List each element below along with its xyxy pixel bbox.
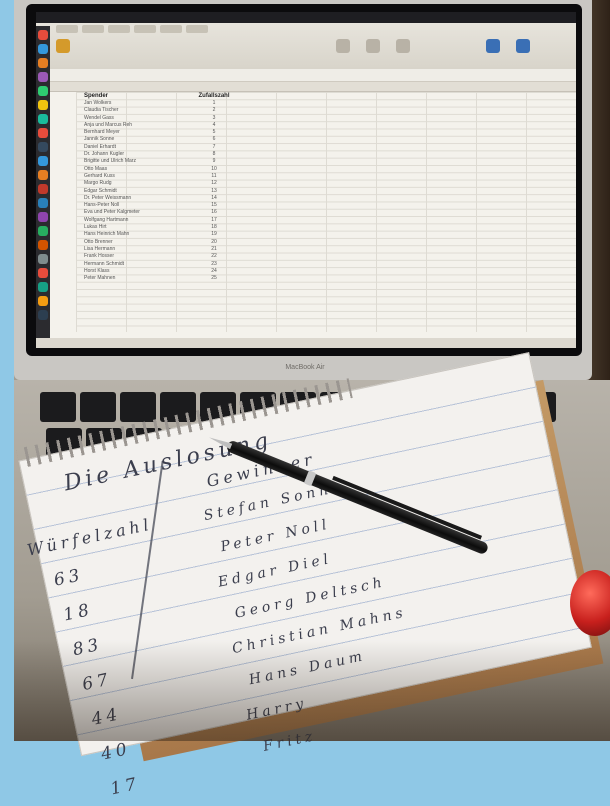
spender-cell[interactable]: Eva und Peter Kalgmeter <box>84 209 184 216</box>
dock-app-icon <box>38 296 48 306</box>
dock-app-icon <box>38 142 48 152</box>
dock-app-icon <box>38 58 48 68</box>
header-zufallszahl: Zufallszahl <box>198 93 230 99</box>
dock-app-icon <box>38 226 48 236</box>
header-spender: Spender <box>84 93 109 99</box>
dock-app-icon <box>38 30 48 40</box>
ribbon-tab <box>134 25 156 33</box>
spender-cell[interactable]: Wendel Gass <box>84 115 184 122</box>
spender-cell[interactable]: Dr. Johann Kugler <box>84 151 184 158</box>
ribbon-tab <box>56 25 78 33</box>
spender-cell[interactable]: Horst Klass <box>84 268 184 275</box>
formula-bar <box>36 69 576 82</box>
dock-app-icon <box>38 268 48 278</box>
spender-cell[interactable]: Hans-Peter Noll <box>84 202 184 209</box>
ribbon-tab <box>186 25 208 33</box>
foreground-shadow <box>14 640 610 741</box>
zufallszahl-cell[interactable]: 11 <box>194 173 234 180</box>
zufallszahl-cell[interactable]: 24 <box>194 268 234 275</box>
ribbon-tab <box>108 25 130 33</box>
dock-app-icon <box>38 114 48 124</box>
ribbon-icon <box>396 39 410 53</box>
column-headers <box>36 82 576 92</box>
spender-cell[interactable]: Bernhard Meyer <box>84 129 184 136</box>
sort-icon <box>486 39 500 53</box>
zufallszahl-cell[interactable]: 18 <box>194 224 234 231</box>
paste-icon <box>56 39 70 53</box>
zufallszahl-cell[interactable]: 14 <box>194 195 234 202</box>
spender-cell[interactable]: Daniel Erhardt <box>84 144 184 151</box>
spender-cell[interactable]: Edgar Schmidt <box>84 188 184 195</box>
dock-app-icon <box>38 100 48 110</box>
ribbon-icon <box>336 39 350 53</box>
spender-cell[interactable]: Wolfgang Hartmann <box>84 217 184 224</box>
zufallszahl-cell[interactable]: 6 <box>194 136 234 143</box>
zufallszahl-cell[interactable]: 13 <box>194 188 234 195</box>
dock-app-icon <box>38 72 48 82</box>
zufallszahl-cell[interactable]: 20 <box>194 239 234 246</box>
ribbon-tab <box>160 25 182 33</box>
os-menubar <box>36 12 576 23</box>
spender-cell[interactable]: Anja und Marcus Reh <box>84 122 184 129</box>
spender-cell[interactable]: Hans Heinrich Mahn <box>84 231 184 238</box>
spender-cell[interactable]: Lisa Hermann <box>84 246 184 253</box>
zufallszahl-cell[interactable]: 17 <box>194 217 234 224</box>
zufallszahl-cell[interactable]: 15 <box>194 202 234 209</box>
dock-app-icon <box>38 170 48 180</box>
spender-cell[interactable]: Jannik Sonne <box>84 136 184 143</box>
dock-app-icon <box>38 44 48 54</box>
dock-app-icon <box>38 282 48 292</box>
zufallszahl-cell[interactable]: 9 <box>194 158 234 165</box>
search-icon <box>516 39 530 53</box>
zufallszahl-cell[interactable]: 19 <box>194 231 234 238</box>
application-dock <box>36 26 50 348</box>
spender-cell[interactable]: Dr. Peter Weissmann <box>84 195 184 202</box>
dock-app-icon <box>38 184 48 194</box>
dock-app-icon <box>38 86 48 96</box>
spender-cell[interactable]: Peter Mahnen <box>84 275 184 282</box>
zufallszahl-cell[interactable]: 16 <box>194 209 234 216</box>
spender-cell[interactable]: Margo Rudg <box>84 180 184 187</box>
spreadsheet-ribbon <box>36 23 576 70</box>
ribbon-icon <box>366 39 380 53</box>
zufallszahl-cell[interactable]: 12 <box>194 180 234 187</box>
zufallszahl-cell[interactable]: 1 <box>194 100 234 107</box>
zufallszahl-cell[interactable]: 3 <box>194 115 234 122</box>
dock-app-icon <box>38 240 48 250</box>
zufallszahl-cell[interactable]: 22 <box>194 253 234 260</box>
spender-cell[interactable]: Lukas Hirt <box>84 224 184 231</box>
zufallszahl-cell[interactable]: 4 <box>194 122 234 129</box>
spender-cell[interactable]: Frank Hosser <box>84 253 184 260</box>
winning-number: 17 <box>108 773 142 800</box>
zufallszahl-cell[interactable]: 2 <box>194 107 234 114</box>
spender-cell[interactable]: Gerhard Kuss <box>84 173 184 180</box>
spender-cell[interactable]: Otto Maas <box>84 166 184 173</box>
spender-cell[interactable]: Hermann Schmidt <box>84 261 184 268</box>
dock-app-icon <box>38 212 48 222</box>
dock-app-icon <box>38 128 48 138</box>
spender-cell[interactable]: Otto Brenner <box>84 239 184 246</box>
zufallszahl-cell[interactable]: 5 <box>194 129 234 136</box>
zufallszahl-cell[interactable]: 7 <box>194 144 234 151</box>
spender-cell[interactable]: Brigitte und Ulrich Marz <box>84 158 184 165</box>
dock-app-icon <box>38 310 48 320</box>
dock-app-icon <box>38 156 48 166</box>
zufallszahl-cell[interactable]: 21 <box>194 246 234 253</box>
ribbon-tab <box>82 25 104 33</box>
zufallszahl-cell[interactable]: 8 <box>194 151 234 158</box>
spender-cell[interactable]: Claudia Tischer <box>84 107 184 114</box>
dock-app-icon <box>38 198 48 208</box>
column-spender: Spender Jan Wolkers Claudia Tischer Wendel… <box>84 92 184 282</box>
dock-app-icon <box>38 254 48 264</box>
spender-cell[interactable]: Jan Wolkers <box>84 100 184 107</box>
zufallszahl-cell[interactable]: 10 <box>194 166 234 173</box>
zufallszahl-cell[interactable]: 23 <box>194 261 234 268</box>
column-zufallszahl: Zufallszahl 1 2 3 4 5 6 7 8 9 10 11 12 13 14 15 16 17 18 1… <box>194 92 234 282</box>
zufallszahl-cell[interactable]: 25 <box>194 275 234 282</box>
